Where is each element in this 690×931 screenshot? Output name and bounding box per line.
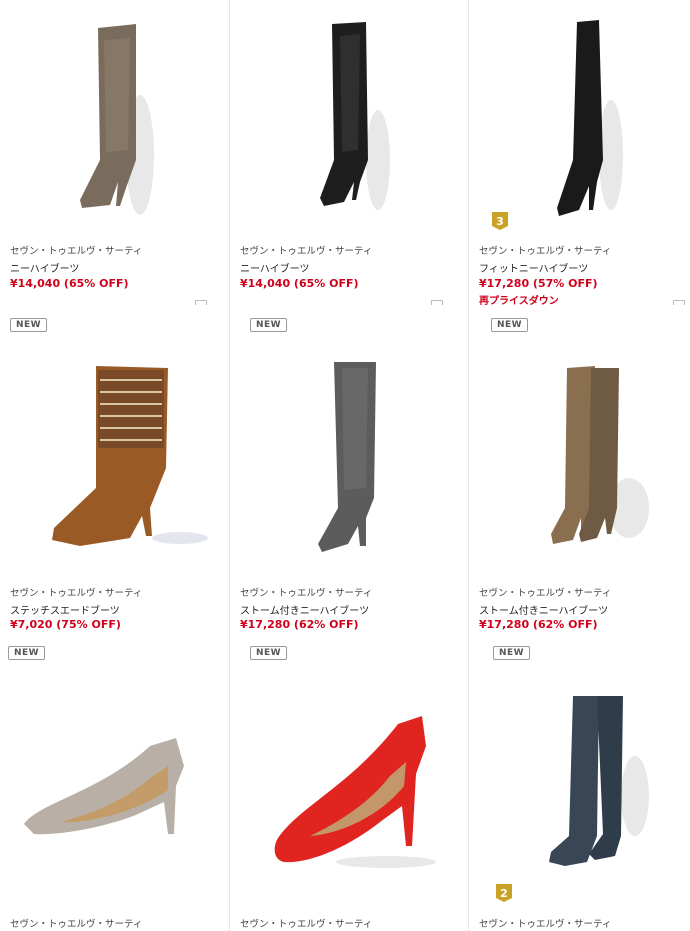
product-card-6[interactable]: NEW セヴン・トゥエルヴ・サーティ ストーム付きニーハイブーツ ¥17,280… xyxy=(469,318,690,634)
favorite-icon[interactable] xyxy=(431,300,443,305)
product-brand: セヴン・トゥエルヴ・サーティ xyxy=(240,588,373,599)
product-brand: セヴン・トゥエルヴ・サーティ xyxy=(10,588,143,599)
product-price: ¥7,020 (75% OFF) xyxy=(10,618,121,631)
product-brand: セヴン・トゥエルヴ・サーティ xyxy=(479,588,612,599)
product-name[interactable]: ストーム付きニーハイブーツ xyxy=(240,602,369,617)
product-grid: セヴン・トゥエルヴ・サーティ ニーハイブーツ ¥14,040 (65% OFF)… xyxy=(0,0,690,931)
product-image[interactable] xyxy=(0,10,229,220)
product-brand: セヴン・トゥエルヴ・サーティ xyxy=(10,246,143,257)
new-badge: NEW xyxy=(250,646,288,660)
product-name[interactable]: ステッチスエードブーツ xyxy=(10,602,120,617)
product-price: ¥17,280 (62% OFF) xyxy=(479,618,598,631)
product-price: ¥17,280 (62% OFF) xyxy=(240,618,359,631)
price-down-label: 再プライスダウン xyxy=(479,296,559,305)
new-badge: NEW xyxy=(10,318,48,332)
product-card-3[interactable]: 3 セヴン・トゥエルヴ・サーティ フィットニーハイブーツ ¥17,280 (57… xyxy=(469,0,690,305)
product-price: ¥14,040 (65% OFF) xyxy=(240,277,359,290)
product-brand: セヴン・トゥエルヴ・サーティ xyxy=(479,919,612,930)
product-brand: セヴン・トゥエルヴ・サーティ xyxy=(479,246,612,257)
new-badge: NEW xyxy=(491,318,529,332)
product-name[interactable]: ニーハイブーツ xyxy=(240,260,309,275)
product-price: ¥17,280 (57% OFF) xyxy=(479,277,598,290)
product-brand: セヴン・トゥエルヴ・サーティ xyxy=(10,919,143,930)
new-badge: NEW xyxy=(250,318,288,332)
rank-number: 2 xyxy=(500,887,508,900)
product-image[interactable] xyxy=(230,706,468,906)
product-card-5[interactable]: NEW セヴン・トゥエルヴ・サーティ ストーム付きニーハイブーツ ¥17,280… xyxy=(230,318,468,634)
product-image[interactable] xyxy=(230,10,468,220)
product-card-9[interactable]: NEW 2 セヴン・トゥエルヴ・サーティ xyxy=(469,646,690,931)
product-brand: セヴン・トゥエルヴ・サーティ xyxy=(240,246,373,257)
product-card-4[interactable]: NEW セヴン・トゥエルヴ・サーティ ステッチスエードブーツ ¥7,020 (7… xyxy=(0,318,229,634)
product-image[interactable] xyxy=(0,706,229,906)
rank-2-icon: 2 xyxy=(496,884,512,902)
new-badge: NEW xyxy=(493,646,531,660)
product-brand: セヴン・トゥエルヴ・サーティ xyxy=(240,919,373,930)
product-name[interactable]: ニーハイブーツ xyxy=(10,260,79,275)
product-image[interactable] xyxy=(0,358,229,578)
new-badge: NEW xyxy=(8,646,46,660)
product-image[interactable] xyxy=(469,686,690,886)
product-card-2[interactable]: セヴン・トゥエルヴ・サーティ ニーハイブーツ ¥14,040 (65% OFF) xyxy=(230,0,468,305)
favorite-icon[interactable] xyxy=(673,300,685,305)
product-card-1[interactable]: セヴン・トゥエルヴ・サーティ ニーハイブーツ ¥14,040 (65% OFF) xyxy=(0,0,229,305)
product-image[interactable] xyxy=(469,358,690,578)
product-image[interactable] xyxy=(469,10,690,220)
product-card-7[interactable]: NEW セヴン・トゥエルヴ・サーティ xyxy=(0,646,229,931)
rank-number: 3 xyxy=(496,215,504,228)
rank-3-icon: 3 xyxy=(492,212,508,230)
product-name[interactable]: ストーム付きニーハイブーツ xyxy=(479,602,608,617)
favorite-icon[interactable] xyxy=(195,300,207,305)
product-image[interactable] xyxy=(230,358,468,578)
product-price: ¥14,040 (65% OFF) xyxy=(10,277,129,290)
product-name[interactable]: フィットニーハイブーツ xyxy=(479,260,588,275)
product-card-8[interactable]: NEW セヴン・トゥエルヴ・サーティ xyxy=(230,646,468,931)
